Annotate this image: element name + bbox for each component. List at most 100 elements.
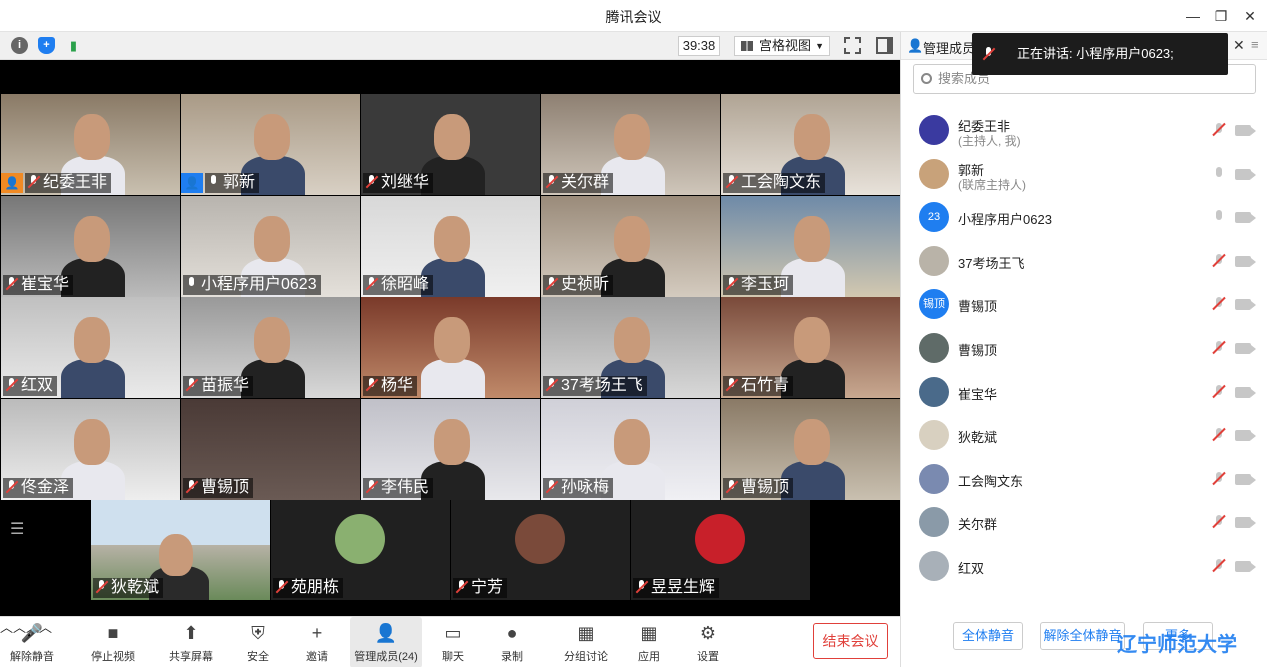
toolbar-button-label: 应用 xyxy=(638,651,660,663)
toolbar-button-5[interactable]: + 邀请 xyxy=(300,617,334,667)
toolbar-button-1[interactable]: 🎤 解除静音 xyxy=(4,617,60,667)
video-tile[interactable]: 苑朋栋 xyxy=(271,500,450,600)
video-tile[interactable]: 佟金泽 xyxy=(1,398,180,500)
camera-icon[interactable] xyxy=(1235,343,1256,354)
video-tile[interactable]: 关尔群 xyxy=(541,94,720,195)
member-row[interactable]: 工会陶文东 xyxy=(901,457,1267,501)
maximize-icon[interactable]: ❐ xyxy=(1211,6,1231,26)
person-figure xyxy=(74,215,110,262)
video-tile[interactable]: 👤 郭新 xyxy=(181,94,360,195)
camera-icon[interactable] xyxy=(1235,561,1256,572)
view-mode-dropdown[interactable]: 宫格视图 ▼ xyxy=(734,36,830,56)
camera-icon[interactable] xyxy=(1235,430,1256,442)
member-row[interactable]: 曹锡顶 xyxy=(901,326,1267,370)
person-figure xyxy=(74,317,110,363)
video-tile[interactable]: 史祯昕 xyxy=(541,195,720,297)
toolbar-button-label: 共享屏幕 xyxy=(169,651,213,663)
video-tile[interactable]: 狄乾斌 xyxy=(91,500,270,600)
gear-icon: ⚙ xyxy=(699,623,717,643)
video-tile[interactable]: 👤 纪委王非 xyxy=(1,94,180,195)
toolbar-button-11[interactable]: ⚙ 设置 xyxy=(692,617,724,667)
video-tile[interactable]: 崔宝华 xyxy=(1,195,180,297)
camera-icon[interactable] xyxy=(1235,125,1256,136)
video-tile[interactable]: 红双 xyxy=(1,297,180,398)
mic-muted-icon[interactable] xyxy=(1213,558,1225,574)
video-tile[interactable]: 李伟民 xyxy=(361,398,540,500)
speaking-prefix: 正在讲话: xyxy=(1017,46,1077,61)
toolbar-button-3[interactable]: ⬆ 共享屏幕 xyxy=(163,617,219,667)
mic-icon[interactable] xyxy=(1213,209,1225,225)
participant-name-label: 李玉珂 xyxy=(723,274,794,295)
video-tile[interactable]: 孙咏梅 xyxy=(541,398,720,500)
signal-icon[interactable]: ▮ xyxy=(65,37,82,54)
mic-muted-icon[interactable] xyxy=(1213,296,1225,312)
video-grid: 👤 纪委王非 👤 郭新 刘继华 关尔群 工会陶文东崔宝华 小程序用户0623 徐昭峰 史祯昕 李玉珂… xyxy=(0,60,900,616)
member-icon: 👤 xyxy=(907,38,924,53)
video-tile[interactable]: 小程序用户0623 xyxy=(181,195,360,297)
member-row[interactable]: 狄乾斌 xyxy=(901,413,1267,457)
sidebar-toggle-icon[interactable] xyxy=(876,37,893,54)
video-tile[interactable]: 杨华 xyxy=(361,297,540,398)
mic-muted-icon[interactable] xyxy=(1213,471,1225,487)
video-tile[interactable]: 曹锡顶 xyxy=(181,398,360,500)
participant-name: 李伟民 xyxy=(381,478,430,496)
info-icon[interactable]: i xyxy=(11,37,28,54)
mic-muted-icon xyxy=(5,378,18,392)
mic-icon[interactable] xyxy=(1213,166,1225,182)
video-tile[interactable]: 曹锡顶 xyxy=(721,398,900,500)
mic-muted-icon[interactable] xyxy=(1213,427,1225,443)
unmute-all-button[interactable]: 解除全体静音 xyxy=(1040,622,1125,650)
toolbar-button-7[interactable]: ▭ 聊天 xyxy=(440,617,466,667)
participant-avatar xyxy=(515,514,565,564)
video-tile[interactable]: 宁芳 xyxy=(451,500,630,600)
toolbar-button-2[interactable]: ■ 停止视频 xyxy=(85,617,141,667)
member-row[interactable]: 郭新 (联席主持人) xyxy=(901,152,1267,196)
mic-muted-icon[interactable] xyxy=(1213,253,1225,269)
camera-icon[interactable] xyxy=(1235,299,1256,311)
member-row[interactable]: 关尔群 xyxy=(901,500,1267,544)
member-row[interactable]: 崔宝华 xyxy=(901,370,1267,414)
mic-muted-icon xyxy=(27,175,40,189)
camera-icon[interactable] xyxy=(1235,255,1256,267)
video-tile[interactable]: 苗振华 xyxy=(181,297,360,398)
camera-icon[interactable] xyxy=(1235,473,1256,485)
camera-icon[interactable] xyxy=(1235,168,1256,180)
camera-icon[interactable] xyxy=(1235,517,1256,529)
video-tile[interactable]: 徐昭峰 xyxy=(361,195,540,297)
toolbar-button-10[interactable]: ▦ 应用 xyxy=(632,617,666,667)
mic-muted-icon xyxy=(725,378,738,392)
toolbar-button-9[interactable]: ▦ 分组讨论 xyxy=(563,617,609,667)
toolbar-button-8[interactable]: ● 录制 xyxy=(497,617,527,667)
video-tile[interactable]: 昱昱生辉 xyxy=(631,500,810,600)
panel-menu-icon[interactable]: ≡ xyxy=(1251,37,1259,52)
member-row[interactable]: 纪委王非 (主持人, 我) xyxy=(901,108,1267,152)
mic-muted-icon[interactable] xyxy=(1213,340,1225,356)
mic-muted-icon[interactable] xyxy=(1213,122,1225,138)
toolbar-button-4[interactable]: ⛨ 安全 xyxy=(243,617,273,667)
end-meeting-button[interactable]: 结束会议 xyxy=(813,623,888,659)
video-tile[interactable]: 李玉珂 xyxy=(721,195,900,297)
toolbar-button-6[interactable]: 👤 管理成员(24) xyxy=(350,617,422,667)
camera-icon[interactable] xyxy=(1235,212,1256,224)
participant-name-label: 苗振华 xyxy=(183,376,254,396)
member-row[interactable]: 23 小程序用户0623 xyxy=(901,195,1267,239)
shield-icon[interactable]: + xyxy=(38,37,55,54)
member-row[interactable]: 锡顶 曹锡顶 xyxy=(901,282,1267,326)
mic-muted-icon[interactable] xyxy=(1213,514,1225,530)
mic-muted-icon[interactable] xyxy=(1213,384,1225,400)
mute-all-button[interactable]: 全体静音 xyxy=(953,622,1023,650)
toolbar-button-label: 安全 xyxy=(247,651,269,663)
camera-icon[interactable] xyxy=(1235,386,1256,398)
video-tile[interactable]: 37考场王飞 xyxy=(541,297,720,398)
close-icon[interactable]: ✕ xyxy=(1240,6,1260,26)
video-tile[interactable]: 刘继华 xyxy=(361,94,540,195)
minimize-icon[interactable]: — xyxy=(1183,6,1203,26)
video-tile[interactable]: 工会陶文东 xyxy=(721,94,900,195)
video-tile[interactable]: 石竹青 xyxy=(721,297,900,398)
gallery-list-icon[interactable]: ☰ xyxy=(10,519,28,538)
panel-close-icon[interactable]: ✕ xyxy=(1233,37,1245,54)
fullscreen-icon[interactable] xyxy=(844,37,861,54)
member-row[interactable]: 红双 xyxy=(901,544,1267,588)
camera-icon: ■ xyxy=(107,623,119,643)
member-row[interactable]: 37考场王飞 xyxy=(901,239,1267,283)
